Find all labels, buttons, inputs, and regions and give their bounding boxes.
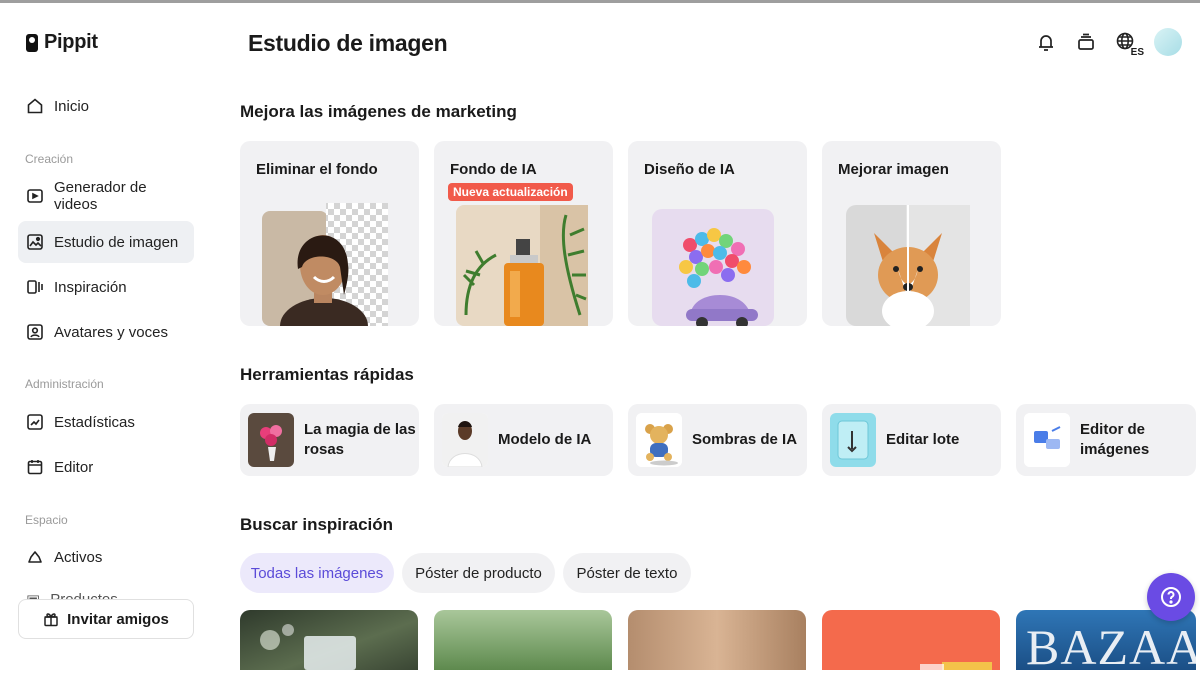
- dog-thumbnail: [846, 205, 970, 326]
- sidebar-item-label: Editor: [54, 458, 94, 476]
- card-label: Fondo de IA: [450, 161, 537, 178]
- sidebar-item-label: Estudio de imagen: [54, 233, 179, 251]
- stack-icon[interactable]: [1074, 30, 1098, 54]
- section-title-marketing: Mejora las imágenes de marketing: [240, 102, 517, 121]
- gift-icon: [44, 613, 58, 627]
- inspiration-thumbnail[interactable]: [628, 610, 806, 670]
- rose-vase-thumbnail: [248, 413, 294, 467]
- logo-icon: [26, 33, 38, 52]
- tool-label: Editor de imágenes: [1080, 421, 1150, 458]
- avatar[interactable]: [1154, 28, 1182, 56]
- sidebar-item-label: Generador de videos: [54, 179, 147, 213]
- sidebar-item-label: Activos: [54, 548, 103, 566]
- page-title: Estudio de imagen: [248, 30, 448, 56]
- card-ai-background[interactable]: Fondo de IA Nueva actualización: [434, 141, 613, 326]
- home-icon: [26, 97, 44, 115]
- sidebar-item-image-studio[interactable]: Estudio de imagen: [18, 221, 194, 263]
- globe-icon[interactable]: ES: [1114, 30, 1144, 58]
- card-label: Mejorar imagen: [838, 161, 949, 178]
- batch-edit-thumbnail: [830, 413, 876, 467]
- filter-text-poster[interactable]: Póster de texto: [563, 553, 691, 593]
- card-label: Eliminar el fondo: [256, 161, 378, 178]
- app-logo[interactable]: Pippit: [26, 31, 98, 54]
- invite-friends-button[interactable]: Invitar amigos: [18, 599, 194, 639]
- sidebar-item-label: Inicio: [54, 97, 90, 115]
- tool-image-editor[interactable]: Editor de imágenes: [1016, 404, 1196, 476]
- image-studio-icon: [26, 233, 44, 251]
- filter-all-images[interactable]: Todas las imágenes: [240, 553, 394, 593]
- section-title-inspiration: Buscar inspiración: [240, 515, 394, 534]
- card-label: Diseño de IA: [644, 161, 735, 178]
- card-ai-design[interactable]: Diseño de IA: [628, 141, 807, 326]
- tool-label: Sombras de IA: [692, 431, 798, 448]
- video-generator-icon: [26, 187, 44, 205]
- portrait-thumbnail: [262, 203, 388, 326]
- tool-label: Modelo de IA: [498, 431, 592, 448]
- invite-label: Invitar amigos: [67, 610, 169, 628]
- tool-ai-shadows[interactable]: Sombras de IA: [628, 404, 807, 476]
- cloud-icon: [26, 548, 44, 566]
- sidebar: Pippit Inicio Creación Generador de vide…: [0, 3, 210, 675]
- sidebar-section-title: Administración: [25, 377, 104, 391]
- question-mark-icon: [1161, 587, 1181, 607]
- inspiration-thumbnail[interactable]: [434, 610, 612, 670]
- tool-label: Editar lote: [886, 431, 960, 448]
- perfume-thumbnail: [456, 205, 588, 326]
- language-code: ES: [1130, 47, 1144, 58]
- balloon-car-thumbnail: [652, 209, 774, 326]
- sidebar-item-inspiration[interactable]: Inspiración: [18, 266, 194, 308]
- card-enhance-image[interactable]: Mejorar imagen: [822, 141, 1001, 326]
- card-remove-background[interactable]: Eliminar el fondo: [240, 141, 419, 326]
- chart-icon: [26, 413, 44, 431]
- avatar-voice-icon: [26, 323, 44, 341]
- sidebar-item-label: Estadísticas: [54, 413, 135, 431]
- tool-rose-magic[interactable]: La magia de las rosas: [240, 404, 419, 476]
- help-button[interactable]: [1147, 573, 1195, 621]
- bazaar-logo-text: BAZAAR: [1026, 619, 1196, 670]
- header-actions: ES: [1034, 28, 1182, 58]
- inspiration-icon: [26, 278, 44, 296]
- sidebar-item-home[interactable]: Inicio: [18, 85, 194, 127]
- sidebar-item-avatars-voices[interactable]: Avatares y voces: [18, 311, 194, 353]
- tool-ai-model[interactable]: Modelo de IA: [434, 404, 613, 476]
- sidebar-item-video-generator[interactable]: Generador de videos: [18, 175, 194, 217]
- app-name: Pippit: [44, 31, 98, 53]
- sidebar-item-statistics[interactable]: Estadísticas: [18, 401, 194, 443]
- section-title-quick-tools: Herramientas rápidas: [240, 365, 414, 384]
- calendar-icon: [26, 458, 44, 476]
- image-editor-thumbnail: [1024, 413, 1070, 467]
- model-person-thumbnail: [442, 413, 488, 467]
- filter-product-poster[interactable]: Póster de producto: [402, 553, 555, 593]
- inspiration-thumbnail[interactable]: [822, 610, 1000, 670]
- teddy-bear-thumbnail: [636, 413, 682, 467]
- sidebar-item-assets[interactable]: Activos: [18, 536, 194, 578]
- sidebar-section-title: Creación: [25, 152, 74, 166]
- new-update-badge: Nueva actualización: [448, 183, 573, 201]
- bell-icon[interactable]: [1034, 30, 1058, 54]
- sidebar-section-title: Espacio: [25, 513, 68, 527]
- tool-label: La magia de las rosas: [304, 421, 416, 458]
- sidebar-item-label: Avatares y voces: [54, 323, 168, 341]
- tool-batch-edit[interactable]: Editar lote: [822, 404, 1001, 476]
- inspiration-thumbnail[interactable]: [240, 610, 418, 670]
- sidebar-item-label: Inspiración: [54, 278, 127, 296]
- sidebar-item-editor[interactable]: Editor: [18, 446, 194, 488]
